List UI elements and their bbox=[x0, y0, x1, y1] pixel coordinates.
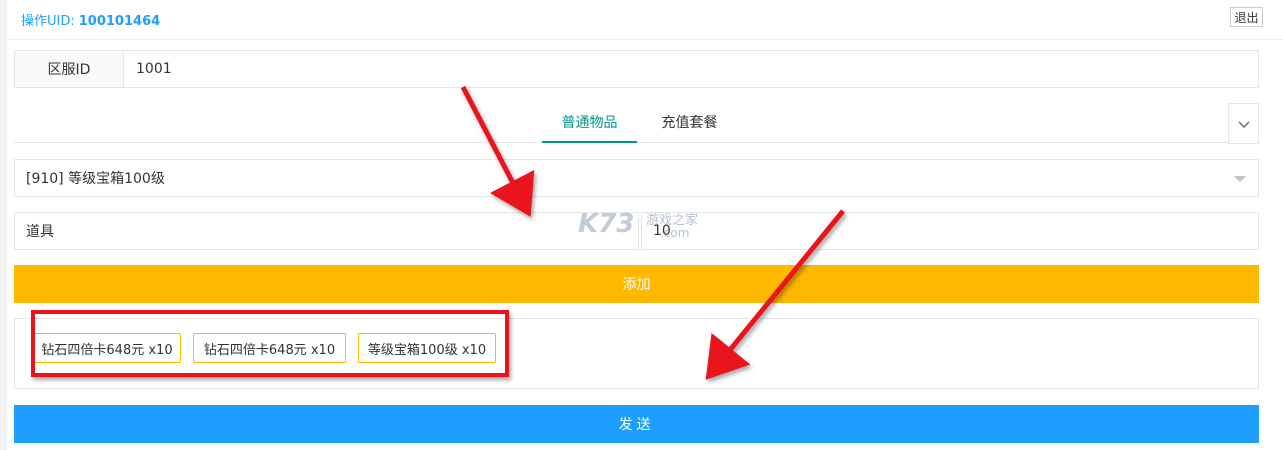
item-category-tabs: 普通物品 充值套餐 bbox=[14, 103, 1228, 143]
header-bar: 操作UID: 100101464 退出 bbox=[7, 0, 1283, 40]
server-id-field: 区服ID bbox=[14, 50, 1259, 88]
item-select-value: [910] 等级宝箱100级 bbox=[26, 171, 165, 187]
server-id-label: 区服ID bbox=[15, 51, 124, 87]
uid-label: 操作UID: bbox=[21, 14, 75, 29]
uid-value: 100101464 bbox=[78, 14, 161, 29]
tab-recharge-packages[interactable]: 充值套餐 bbox=[642, 103, 737, 143]
item-select[interactable]: [910] 等级宝箱100级 bbox=[14, 159, 1259, 197]
chevron-down-icon bbox=[1238, 121, 1249, 128]
add-button[interactable]: 添加 bbox=[14, 265, 1259, 303]
added-items-list: 钻石四倍卡648元 x10 钻石四倍卡648元 x10 等级宝箱100级 x10 bbox=[14, 318, 1259, 389]
tab-normal-items[interactable]: 普通物品 bbox=[542, 103, 637, 143]
quantity-input[interactable] bbox=[641, 212, 1259, 250]
server-id-input[interactable] bbox=[125, 51, 1258, 87]
added-item-chip[interactable]: 钻石四倍卡648元 x10 bbox=[33, 333, 181, 363]
item-type-input[interactable] bbox=[14, 212, 639, 250]
tabs-more-button[interactable] bbox=[1228, 103, 1259, 144]
send-button[interactable]: 发送 bbox=[14, 405, 1259, 443]
caret-down-icon bbox=[1234, 176, 1246, 182]
operator-uid: 操作UID: 100101464 bbox=[21, 10, 160, 29]
added-item-chip[interactable]: 等级宝箱100级 x10 bbox=[358, 333, 496, 363]
added-item-chip[interactable]: 钻石四倍卡648元 x10 bbox=[193, 333, 346, 363]
logout-button[interactable]: 退出 bbox=[1230, 7, 1263, 27]
